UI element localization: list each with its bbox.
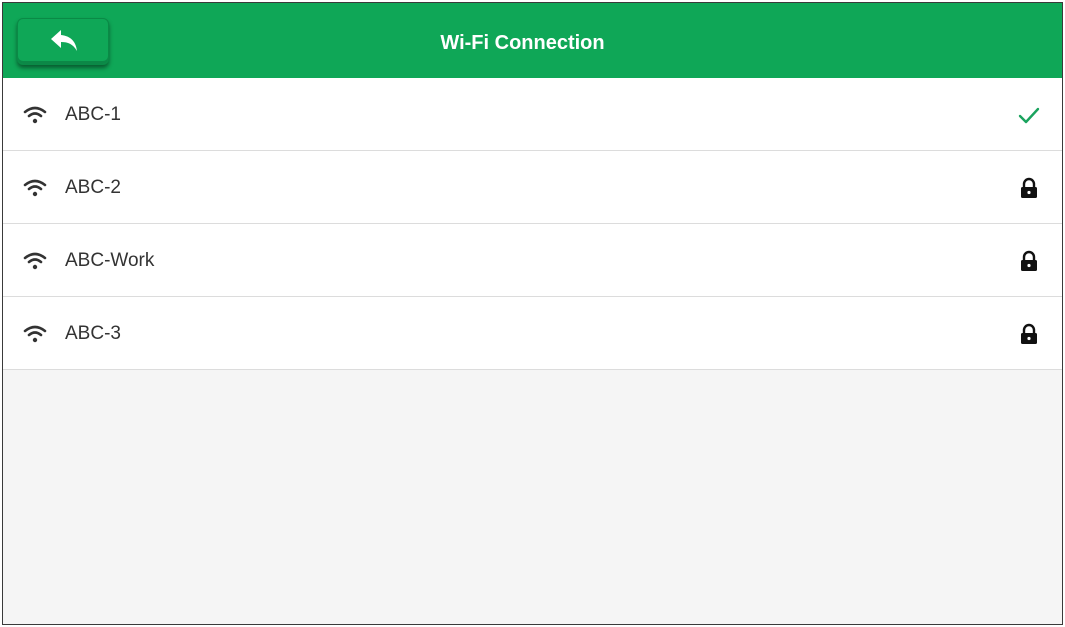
lock-icon (1021, 323, 1037, 344)
wifi-icon (23, 106, 47, 124)
network-ssid: ABC-3 (65, 323, 121, 344)
page-title: Wi-Fi Connection (440, 32, 605, 54)
network-ssid: ABC-Work (65, 250, 155, 271)
network-item[interactable]: ABC-3 (3, 297, 1062, 370)
header-bar: Wi-Fi Connection (3, 3, 1062, 78)
network-ssid: ABC-2 (65, 177, 121, 198)
wifi-icon (23, 179, 47, 197)
network-item[interactable]: ABC-Work (3, 224, 1062, 297)
wifi-screen: SmartSafe Wi-Fi Connection ABC-1 (2, 2, 1063, 625)
network-ssid: ABC-1 (65, 104, 121, 125)
lock-icon (1021, 177, 1037, 198)
network-item[interactable]: ABC-2 (3, 151, 1062, 224)
wifi-icon (23, 325, 47, 343)
network-item[interactable]: ABC-1 (3, 78, 1062, 151)
network-list: ABC-1 ABC-2 ABC-Work ABC-3 (3, 78, 1062, 370)
lock-icon (1021, 250, 1037, 271)
wifi-icon (23, 252, 47, 270)
check-icon (1018, 107, 1040, 124)
